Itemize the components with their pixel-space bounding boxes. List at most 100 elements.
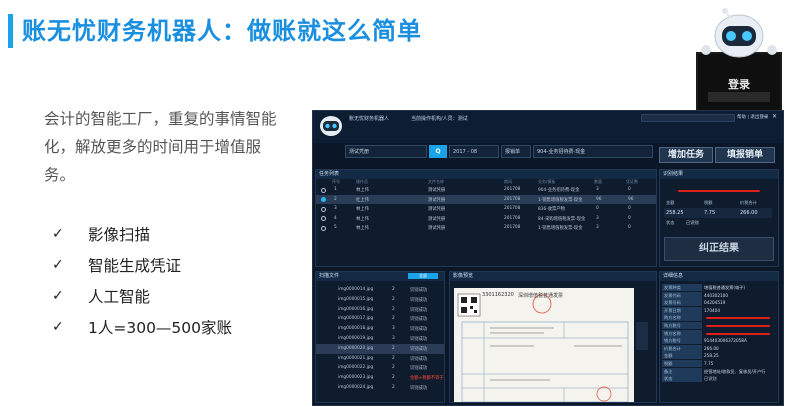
- detail-info-panel: 详细信息 发票种类 增值税普通发票(电子) 发票代码 440302100 发票号码 042…: [659, 271, 779, 403]
- status-filter-select[interactable]: 全部: [408, 273, 438, 279]
- file-name: img0000020.jpg: [338, 345, 374, 351]
- check-icon: ✓: [52, 225, 64, 242]
- file-status: 识别成功: [410, 327, 428, 333]
- file-qty: 2: [392, 287, 395, 292]
- cell-count: 0: [628, 206, 631, 211]
- file-name: img0000014.jpg: [338, 287, 374, 292]
- file-status: 识别成功: [410, 346, 428, 352]
- cell-no: 1: [334, 187, 337, 192]
- robot-left-eye: [726, 31, 736, 41]
- detail-row: 购方税号: [660, 321, 778, 330]
- redacted-value: [706, 317, 770, 320]
- panel-title: 识别结果: [660, 170, 778, 179]
- cell-user: 林上伟: [356, 188, 369, 193]
- file-name: img0000018.jpg: [338, 326, 374, 332]
- check-icon: ✓: [52, 287, 64, 304]
- list-item[interactable]: img0000016.jpg 2 识别成功: [316, 305, 444, 315]
- close-icon[interactable]: ✕: [772, 113, 777, 120]
- description-text: 会计的智能工厂，重复的事情智能化，解放更多的时间用于增值服务。: [44, 110, 277, 184]
- cell-user: 林上伟: [356, 216, 369, 222]
- file-qty: 2: [392, 306, 395, 312]
- redacted-value: [706, 324, 770, 327]
- list-item[interactable]: img0000018.jpg 3 识别成功: [316, 324, 444, 334]
- detail-row: 销方名称: [660, 329, 778, 338]
- detail-key: 开票日期: [662, 306, 702, 314]
- feature-item: ✓ 智能生成凭证: [52, 256, 182, 275]
- list-item[interactable]: img0000019.jpg 3 识别成功: [316, 334, 444, 344]
- list-item[interactable]: img0000023.jpg 2 金额+税额不等于价税合计: [316, 373, 444, 383]
- file-name: img0000021.jpg: [338, 355, 374, 361]
- cell-period: 201708: [504, 225, 521, 230]
- report-type-select[interactable]: 报销单: [501, 145, 531, 158]
- cell-period: 201708: [504, 187, 521, 192]
- row-radio[interactable]: [321, 206, 326, 212]
- detail-key: 购方名称: [662, 314, 702, 322]
- correct-result-button[interactable]: 纠正结果: [664, 237, 774, 261]
- invoice-number: 3301162320: [482, 292, 514, 298]
- list-item[interactable]: img0000021.jpg 2 识别成功: [316, 354, 444, 364]
- file-qty: 2: [392, 355, 395, 361]
- cell-no: 3: [334, 206, 337, 211]
- detail-key: 价税合计: [662, 344, 702, 352]
- cell-qty: 96: [596, 196, 602, 202]
- list-item[interactable]: img0000022.jpg 2 识别成功: [316, 363, 444, 373]
- file-search-input[interactable]: 测试凭册: [345, 145, 427, 158]
- image-preview-panel: 影像预览 3301162320 深圳增值税普通发票: [449, 271, 657, 403]
- detail-value: 914403006372058A: [704, 338, 747, 344]
- cell-no: 2: [334, 196, 337, 202]
- row-radio[interactable]: [321, 216, 326, 221]
- table-row[interactable]: 3 林上伟 测试凭册 201708 836-收票产物 0 0: [316, 204, 656, 214]
- invoice-title: 深圳增值税普通发票: [518, 293, 564, 299]
- cell-qty: 3: [596, 225, 599, 230]
- task-list-panel: 任务列表 序号 操作员 文件名称 期间 业务/模板 数量 凭证数 1 林上伟 测试凭…: [315, 169, 657, 267]
- detail-key: 销方税号: [662, 337, 702, 345]
- detail-key: 金额: [662, 352, 702, 360]
- preview-scrollbar[interactable]: [636, 322, 648, 350]
- cell-biz: 904-业务招待费-现金: [538, 188, 580, 193]
- file-name: img0000024.jpg: [338, 384, 374, 390]
- cell-qty: 3: [596, 215, 599, 221]
- table-row[interactable]: 4 林上伟 测试凭册 201708 84-采购增值税发票-现金 3 0: [316, 214, 656, 224]
- detail-value: 经营地址/收款员、复核员/开户行: [704, 368, 766, 374]
- list-item[interactable]: img0000014.jpg 2 识别成功: [316, 285, 444, 295]
- cell-period: 201708: [504, 215, 521, 221]
- feature-item: ✓ 人工智能: [52, 287, 151, 306]
- detail-value: 266.00: [704, 345, 719, 351]
- cell-period: 201708: [504, 206, 521, 211]
- business-template-select[interactable]: 904-业务招待费-现金: [533, 145, 653, 158]
- file-name: img0000017.jpg: [338, 316, 374, 322]
- table-row[interactable]: 5 林上伟 测试凭册 201708 1-销售增值税发票-现金 3 0: [316, 223, 656, 233]
- file-qty: 3: [392, 335, 395, 341]
- row-radio[interactable]: [321, 197, 326, 202]
- cell-count: 96: [628, 196, 634, 202]
- tax-value: 7.75: [704, 210, 716, 216]
- list-item[interactable]: img0000020.jpg 2 识别成功: [316, 343, 444, 354]
- row-radio[interactable]: [321, 225, 326, 231]
- table-row[interactable]: 1 林上伟 测试凭册 201708 904-业务招待费-现金 3 0: [316, 185, 656, 195]
- list-item[interactable]: img0000024.jpg 2 识别成功: [316, 383, 444, 393]
- row-radio[interactable]: [321, 187, 326, 193]
- file-status: 识别成功: [410, 317, 428, 323]
- file-status: 金额+税额不等于价税合计: [410, 376, 444, 382]
- list-item[interactable]: img0000017.jpg 2 识别成功: [316, 314, 444, 324]
- list-item[interactable]: img0000015.jpg 2 识别成功: [316, 295, 444, 305]
- add-task-button[interactable]: 增加任务: [659, 147, 713, 163]
- detail-row: 税额 7.75: [660, 359, 778, 368]
- login-label[interactable]: 登录: [722, 76, 756, 92]
- file-status: 识别成功: [410, 385, 428, 391]
- minimize-icon[interactable]: —: [761, 113, 767, 120]
- cell-biz: 836-收票产物: [538, 207, 565, 212]
- period-select[interactable]: 2017 - 08: [449, 145, 499, 158]
- top-search-input[interactable]: [641, 114, 735, 122]
- app-name: 账无忧财务机器人: [349, 116, 390, 122]
- table-row[interactable]: 2 杜上伟 测试凭册 201708 1-销售增值税发票-现金 96 96: [316, 194, 656, 204]
- search-button[interactable]: Q: [429, 145, 447, 158]
- amount-grid: 金额 税额 价税合计 258.25 7.75 266.00 状态 已识别: [664, 200, 772, 228]
- detail-value: 170404: [704, 307, 720, 313]
- submit-report-button[interactable]: 填报销单: [715, 147, 775, 163]
- detail-value: 258.25: [704, 353, 719, 359]
- feature-item: ✓ 影像扫描: [52, 225, 151, 244]
- cell-user: 林上伟: [356, 207, 369, 212]
- cell-user: 杜上伟: [356, 197, 369, 203]
- total-value: 266.00: [740, 210, 758, 216]
